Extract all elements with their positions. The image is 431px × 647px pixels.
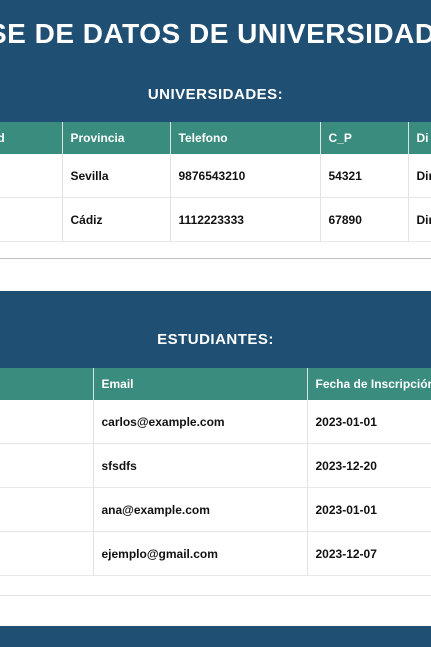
- column-header-ciudad: udad: [0, 122, 63, 154]
- cell-fecha: 2023-01-01: [307, 400, 431, 444]
- cell-telefono: 480: [0, 531, 94, 576]
- section-divider: [0, 258, 431, 259]
- page-title: SE DE DATOS DE UNIVERSIDAD: [0, 18, 431, 49]
- cell-cp: 54321: [320, 154, 409, 198]
- cell-email: ana@example.com: [93, 487, 308, 532]
- cell-email: sfsdfs: [93, 443, 308, 488]
- table-header-row: Email Fecha de Inscripción: [0, 368, 431, 400]
- table-row: diz Cádiz 1112223333 67890 Dir: [0, 197, 431, 242]
- cell-telefono: 1284: [0, 487, 94, 532]
- cell-telefono: 9012: [0, 400, 94, 444]
- table-row: 9012 carlos@example.com 2023-01-01: [0, 400, 431, 444]
- page-header: SE DE DATOS DE UNIVERSIDAD UNIVERSIDADES…: [0, 0, 431, 122]
- column-header-direccion: Di: [408, 122, 431, 154]
- cell-fecha: 2023-12-20: [307, 443, 431, 488]
- cell-direccion: Dir: [408, 197, 431, 242]
- table-row: 284 sfsdfs 2023-12-20: [0, 443, 431, 488]
- table-row: 1284 ana@example.com 2023-01-01: [0, 487, 431, 532]
- estudiantes-table: Email Fecha de Inscripción 9012 carlos@e…: [0, 368, 431, 576]
- cell-provincia: Cádiz: [62, 197, 171, 242]
- cell-telefono: 284: [0, 443, 94, 488]
- cell-ciudad: diz: [0, 197, 63, 242]
- section-divider: [0, 595, 431, 596]
- column-header-provincia: Provincia: [62, 122, 171, 154]
- cell-telefono: 9876543210: [170, 154, 321, 198]
- cell-fecha: 2023-12-07: [307, 531, 431, 576]
- cell-fecha: 2023-01-01: [307, 487, 431, 532]
- table-row: villa Sevilla 9876543210 54321 Dir: [0, 154, 431, 198]
- page-viewport: SE DE DATOS DE UNIVERSIDAD UNIVERSIDADES…: [0, 0, 431, 647]
- column-header-fecha-inscripcion: Fecha de Inscripción: [307, 368, 431, 400]
- cell-telefono: 1112223333: [170, 197, 321, 242]
- cell-cp: 67890: [320, 197, 409, 242]
- table-header-row: udad Provincia Telefono C_P Di: [0, 122, 431, 154]
- column-header-email: Email: [93, 368, 308, 400]
- cell-email: ejemplo@gmail.com: [93, 531, 308, 576]
- cell-direccion: Dir: [408, 154, 431, 198]
- column-header-telefono: Telefono: [170, 122, 321, 154]
- cell-ciudad: villa: [0, 154, 63, 198]
- column-header-telefono: [0, 368, 94, 400]
- estudiantes-header: ESTUDIANTES:: [0, 291, 431, 368]
- next-section-header: [0, 626, 431, 647]
- universidades-heading: UNIVERSIDADES:: [147, 86, 284, 103]
- universidades-table: udad Provincia Telefono C_P Di villa Sev…: [0, 122, 431, 242]
- column-header-cp: C_P: [320, 122, 409, 154]
- cell-email: carlos@example.com: [93, 400, 308, 444]
- table-row: 480 ejemplo@gmail.com 2023-12-07: [0, 531, 431, 576]
- cell-provincia: Sevilla: [62, 154, 171, 198]
- estudiantes-heading: ESTUDIANTES:: [157, 331, 274, 348]
